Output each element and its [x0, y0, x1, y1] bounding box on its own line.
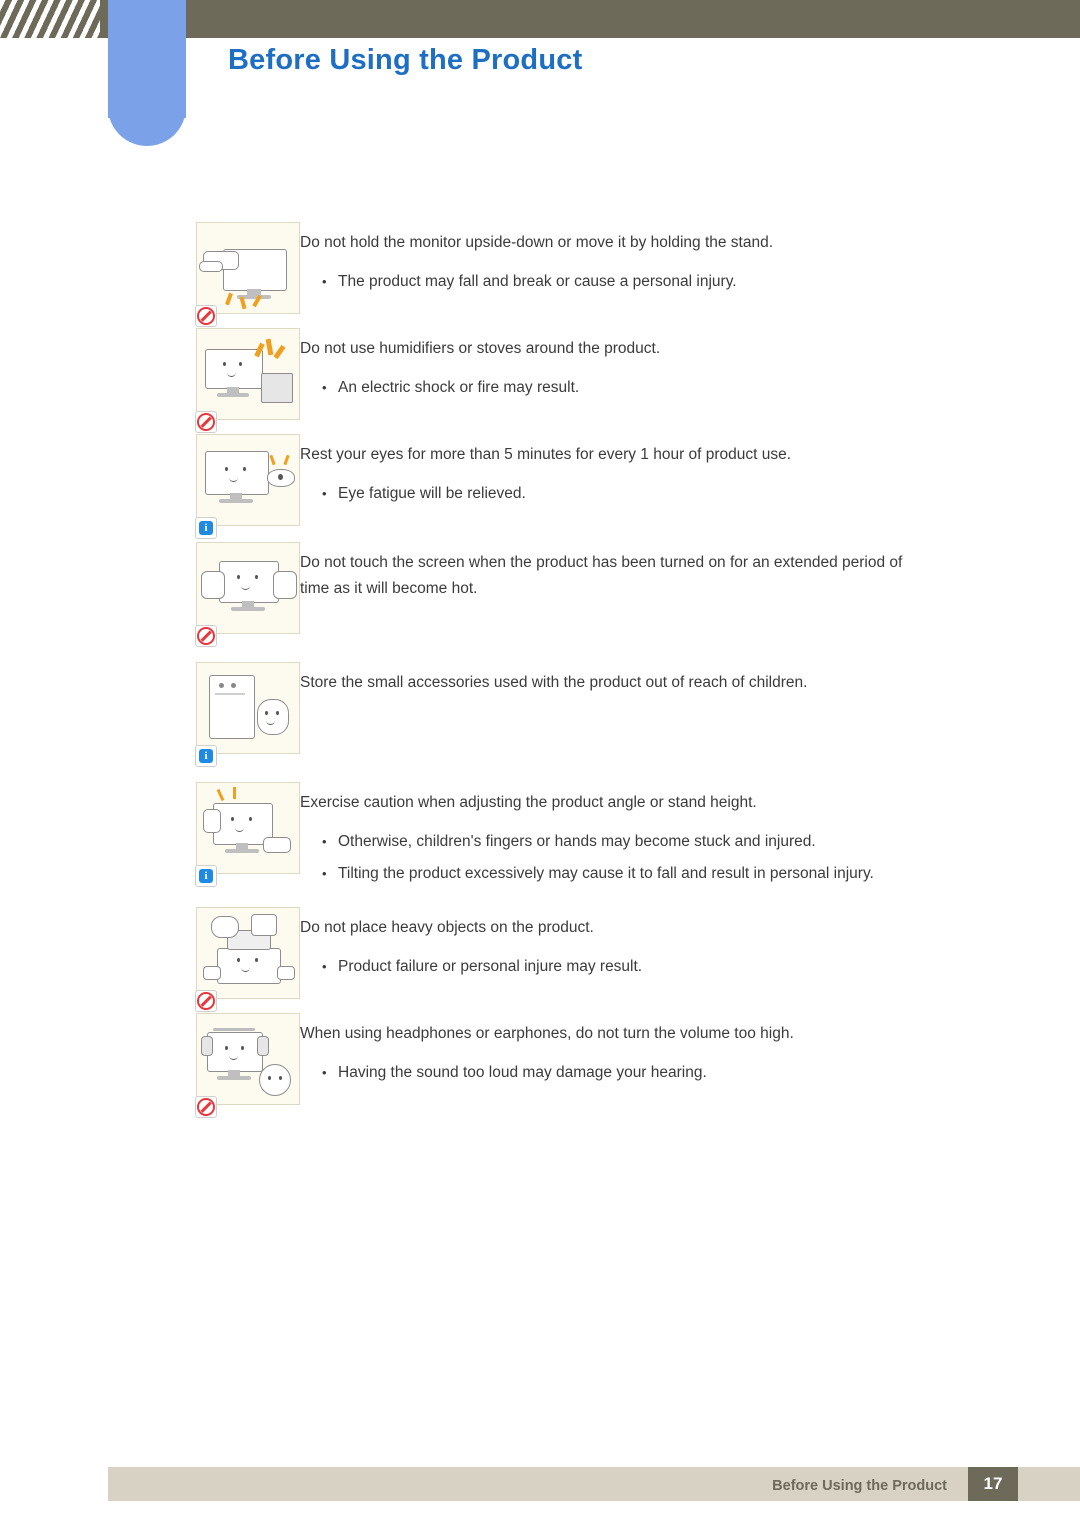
header-blue-tab — [108, 0, 186, 146]
instruction-bullet: • Eye fatigue will be relieved. — [300, 481, 980, 507]
headphone-volume-icon — [195, 1013, 300, 1118]
figure-wrap — [0, 907, 300, 1012]
text-block: Do not use humidifiers or stoves around … — [300, 328, 1080, 407]
header-hatch-decoration — [0, 0, 100, 38]
bullet-text: An electric shock or fire may result. — [338, 379, 580, 396]
figure-wrap: i — [0, 782, 300, 887]
list-item: i Rest your eyes for more than 5 minutes… — [0, 434, 1080, 539]
adjust-angle-icon: i — [195, 782, 300, 887]
text-block: Do not touch the screen when the product… — [300, 542, 1080, 615]
bullet-glyph: • — [322, 866, 327, 881]
text-block: Do not hold the monitor upside-down or m… — [300, 222, 1080, 301]
forbidden-icon — [195, 990, 217, 1012]
list-item: Do not touch the screen when the product… — [0, 542, 1080, 647]
instruction-bullet: • Having the sound too loud may damage y… — [300, 1060, 980, 1086]
small-accessories-children-icon: i — [195, 662, 300, 767]
bullet-text: Product failure or personal injure may r… — [338, 958, 643, 975]
heavy-objects-icon — [195, 907, 300, 1012]
bullet-text: Eye fatigue will be relieved. — [338, 485, 526, 502]
instruction-lead: Rest your eyes for more than 5 minutes f… — [300, 446, 792, 463]
instruction-lead: Store the small accessories used with th… — [300, 674, 808, 691]
bullet-glyph: • — [322, 486, 327, 501]
figure-wrap — [0, 1013, 300, 1118]
monitor-upside-down-icon — [195, 222, 300, 327]
bullet-glyph: • — [322, 380, 327, 395]
safety-instruction-list: Do not hold the monitor upside-down or m… — [0, 222, 1080, 1118]
page-title: Before Using the Product — [228, 44, 583, 76]
list-item: When using headphones or earphones, do n… — [0, 1013, 1080, 1118]
bullet-text: Having the sound too loud may damage you… — [338, 1064, 707, 1081]
instruction-bullet: • Otherwise, children's fingers or hands… — [300, 829, 980, 855]
figure-wrap — [0, 542, 300, 647]
list-item: i Store the small accessories used with … — [0, 662, 1080, 767]
figure-wrap: i — [0, 662, 300, 767]
list-item: Do not use humidifiers or stoves around … — [0, 328, 1080, 433]
rest-eyes-icon: i — [195, 434, 300, 539]
text-block: Exercise caution when adjusting the prod… — [300, 782, 1080, 893]
instruction-lead: Do not touch the screen when the product… — [300, 554, 903, 597]
bullet-glyph: • — [322, 1065, 327, 1080]
page-number: 17 — [968, 1467, 1018, 1501]
text-block: When using headphones or earphones, do n… — [300, 1013, 1080, 1092]
figure-wrap — [0, 328, 300, 433]
instruction-lead: Do not hold the monitor upside-down or m… — [300, 234, 774, 251]
info-icon: i — [195, 745, 217, 767]
forbidden-icon — [195, 1096, 217, 1118]
forbidden-icon — [195, 411, 217, 433]
instruction-bullet: • Tilting the product excessively may ca… — [300, 861, 980, 887]
instruction-bullet: • Product failure or personal injure may… — [300, 954, 980, 980]
bullet-text: The product may fall and break or cause … — [338, 273, 737, 290]
list-item: Do not place heavy objects on the produc… — [0, 907, 1080, 1012]
instruction-lead: Exercise caution when adjusting the prod… — [300, 794, 757, 811]
list-item: Do not hold the monitor upside-down or m… — [0, 222, 1080, 327]
bullet-glyph: • — [322, 834, 327, 849]
forbidden-icon — [195, 625, 217, 647]
instruction-lead: When using headphones or earphones, do n… — [300, 1025, 794, 1042]
instruction-bullet: • The product may fall and break or caus… — [300, 269, 980, 295]
instruction-lead: Do not place heavy objects on the produc… — [300, 919, 594, 936]
hot-screen-touch-icon — [195, 542, 300, 647]
text-block: Rest your eyes for more than 5 minutes f… — [300, 434, 1080, 513]
list-item: i Exercise caution when adjusting the pr… — [0, 782, 1080, 893]
footer-title: Before Using the Product — [772, 1478, 947, 1494]
humidifier-stove-icon — [195, 328, 300, 433]
figure-wrap: i — [0, 434, 300, 539]
figure-wrap — [0, 222, 300, 327]
bullet-text: Tilting the product excessively may caus… — [338, 865, 874, 882]
info-icon: i — [195, 865, 217, 887]
text-block: Do not place heavy objects on the produc… — [300, 907, 1080, 986]
info-icon: i — [195, 517, 217, 539]
instruction-bullet: • An electric shock or fire may result. — [300, 375, 980, 401]
bullet-text: Otherwise, children's fingers or hands m… — [338, 833, 816, 850]
instruction-lead: Do not use humidifiers or stoves around … — [300, 340, 661, 357]
text-block: Store the small accessories used with th… — [300, 662, 1080, 709]
bullet-glyph: • — [322, 274, 327, 289]
forbidden-icon — [195, 305, 217, 327]
bullet-glyph: • — [322, 959, 327, 974]
